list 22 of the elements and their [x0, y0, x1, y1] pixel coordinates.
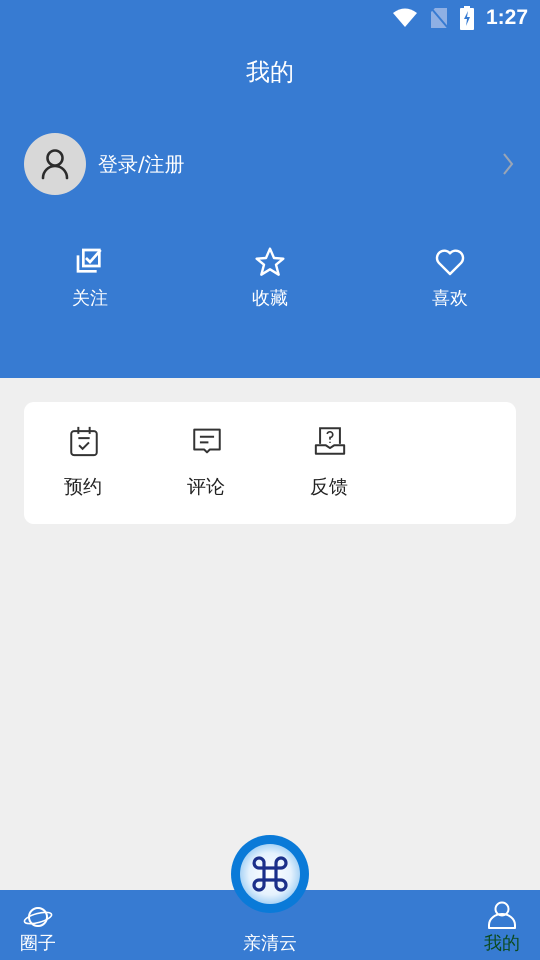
no-sim-icon [430, 7, 448, 29]
status-time: 1:27 [486, 6, 528, 30]
center-button[interactable] [230, 834, 310, 914]
star-icon [254, 246, 286, 278]
page-title: 我的 [246, 57, 294, 88]
avatar-icon [24, 133, 86, 195]
quick-action[interactable]: 收藏 [180, 246, 360, 312]
service-item[interactable]: 评论 [171, 424, 294, 524]
login-row[interactable]: 登录/注册 [24, 132, 516, 196]
person-icon [487, 900, 517, 930]
battery-icon [460, 6, 474, 30]
nav-tab[interactable]: 亲清云 [243, 932, 297, 956]
login-label: 登录/注册 [98, 150, 186, 178]
nav-tab[interactable]: 我的 [484, 900, 520, 956]
service-item[interactable]: 反馈 [294, 424, 417, 524]
quick-action[interactable]: 关注 [0, 246, 180, 312]
service-item[interactable]: 预约 [48, 424, 171, 524]
chevron-right-icon [502, 152, 514, 176]
planet-icon [23, 904, 53, 930]
quick-action[interactable]: 喜欢 [360, 246, 540, 312]
wifi-icon [392, 8, 418, 28]
nav-tab[interactable]: 圈子 [20, 904, 56, 956]
